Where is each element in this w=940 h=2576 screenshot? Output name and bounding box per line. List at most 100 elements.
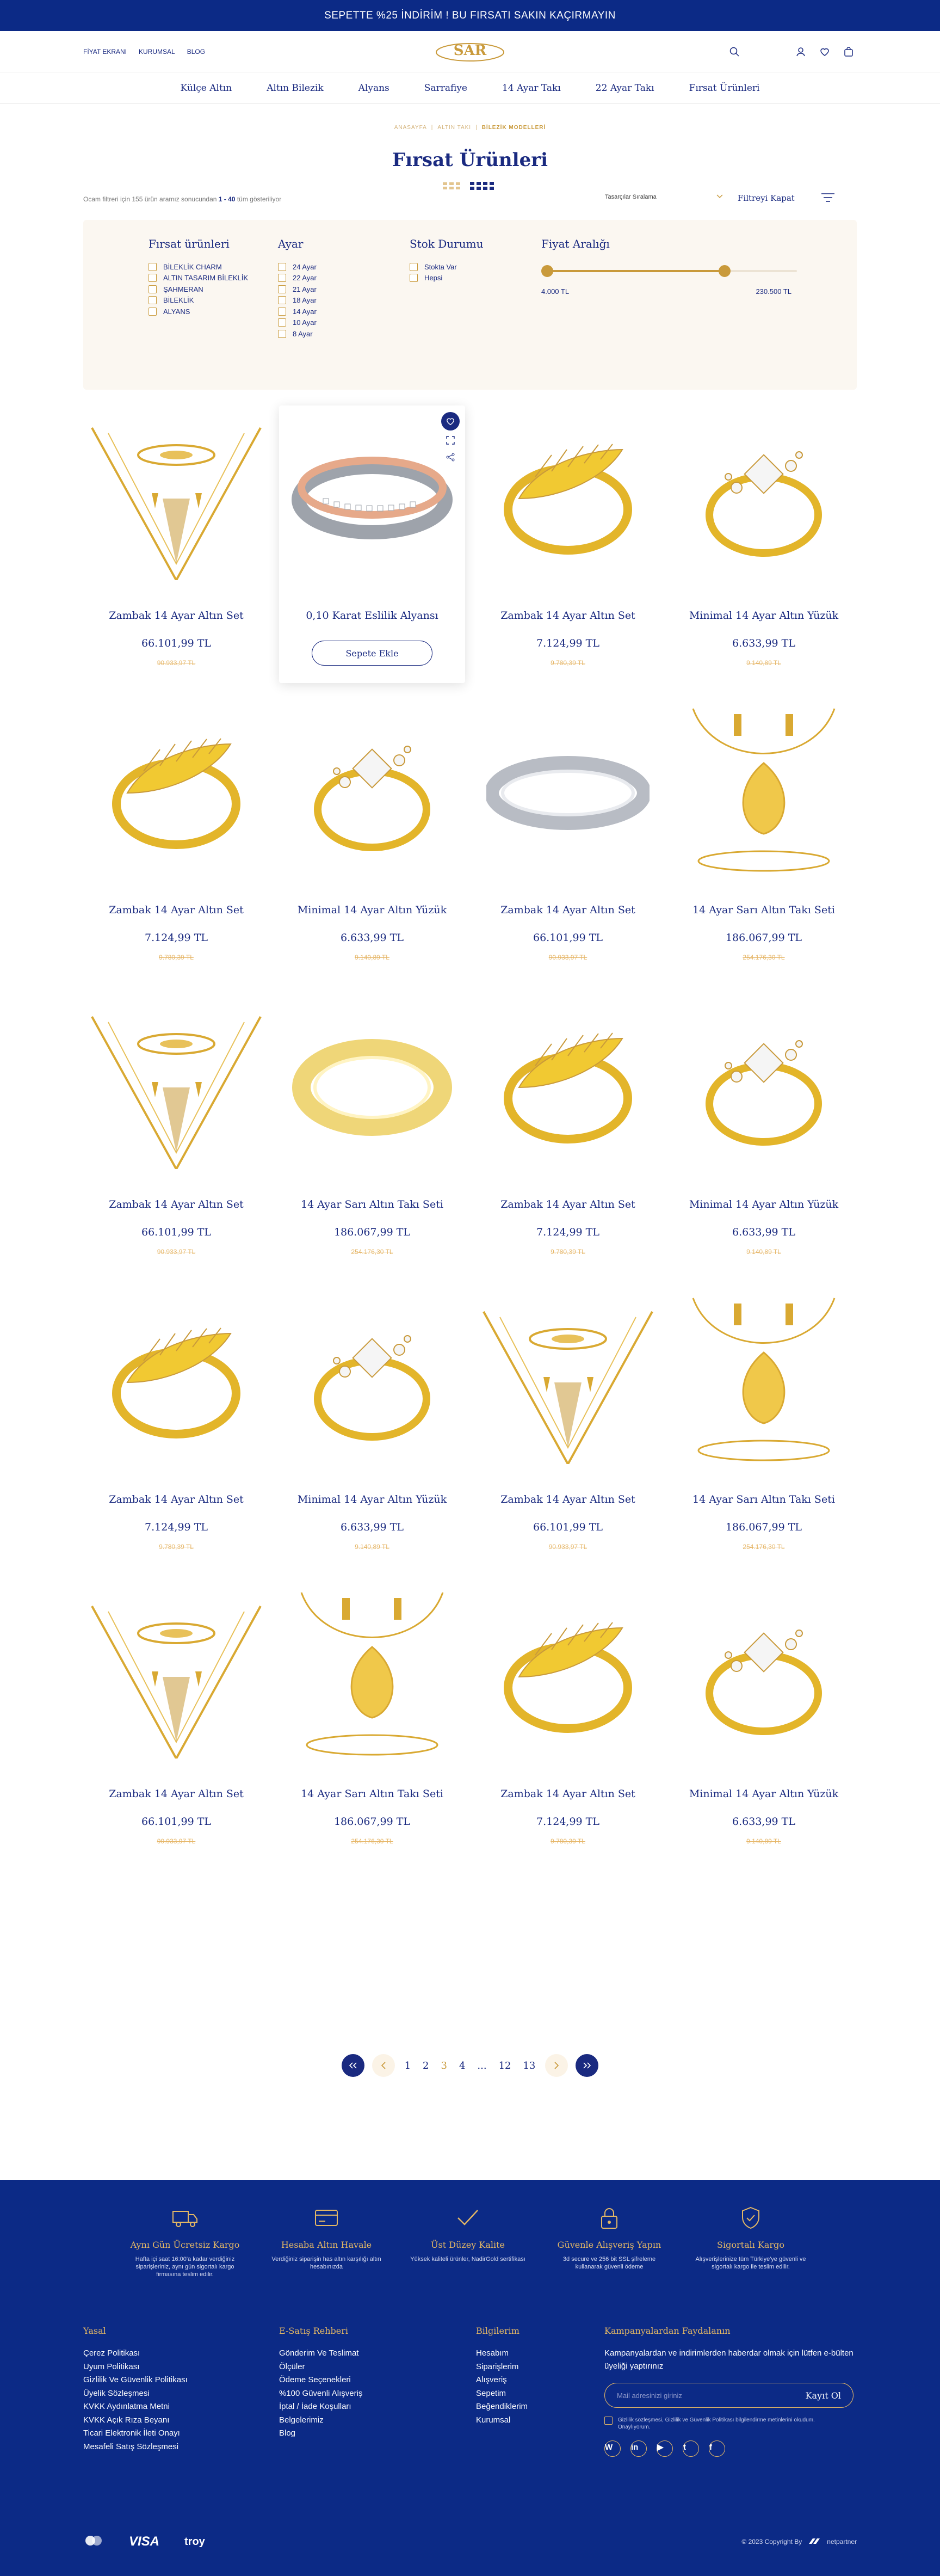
product-name[interactable]: 14 Ayar Sarı Altın Takı Seti (279, 1788, 465, 1800)
product-image[interactable] (279, 1584, 465, 1770)
linkedin-icon[interactable]: in (630, 2440, 647, 2457)
price-range-min-handle[interactable] (541, 265, 553, 277)
product-name[interactable]: Zambak 14 Ayar Altın Set (475, 1493, 661, 1505)
checkbox[interactable] (410, 274, 418, 282)
filter-option[interactable]: ŞAHMERAN (149, 284, 248, 295)
product-image[interactable] (475, 994, 661, 1181)
user-icon[interactable] (793, 44, 809, 60)
page-13[interactable]: 13 (521, 2060, 537, 2071)
breadcrumb-home[interactable]: ANASAYFA (394, 125, 427, 131)
product-name[interactable]: Zambak 14 Ayar Altın Set (475, 610, 661, 622)
product-card[interactable]: Zambak 14 Ayar Altın Set 66.101,99 TL 90.9… (475, 1289, 661, 1567)
checkbox[interactable] (149, 274, 157, 282)
checkbox[interactable] (410, 262, 418, 271)
filter-option[interactable]: 24 Ayar (278, 261, 317, 273)
checkbox[interactable] (149, 307, 157, 316)
product-image[interactable] (83, 994, 269, 1181)
nav-item-altin-bilezik[interactable]: Altın Bilezik (249, 83, 341, 94)
prev-page-icon[interactable] (372, 2054, 395, 2077)
product-image[interactable] (475, 405, 661, 592)
product-image[interactable] (279, 405, 465, 592)
nav-item-alyans[interactable]: Alyans (341, 83, 407, 94)
product-name[interactable]: Minimal 14 Ayar Altın Yüzük (671, 610, 857, 622)
nav-item-14-ayar-taki[interactable]: 14 Ayar Takı (485, 83, 578, 94)
product-name[interactable]: 14 Ayar Sarı Altın Takı Seti (671, 904, 857, 916)
price-range-max-handle[interactable] (719, 265, 731, 277)
header-link-blog[interactable]: BLOG (187, 48, 205, 56)
share-icon[interactable] (446, 453, 455, 464)
filter-close-button[interactable]: Filtreyi Kapat (738, 193, 795, 203)
next-page-icon[interactable] (545, 2054, 568, 2077)
nav-item-kulce-altin[interactable]: Külçe Altın (163, 83, 250, 94)
footer-link[interactable]: Siparişlerim (476, 2360, 528, 2374)
product-card[interactable]: Zambak 14 Ayar Altın Set 66.101,99 TL 90.9… (475, 700, 661, 977)
checkbox[interactable] (149, 285, 157, 293)
product-image[interactable] (279, 1289, 465, 1475)
filter-option[interactable]: 18 Ayar (278, 295, 317, 306)
filter-icon[interactable] (820, 192, 836, 206)
product-card[interactable]: 0,10 Karat Eslilik Alyansı Sepete Ekle (279, 405, 465, 683)
footer-link[interactable]: Uyum Politikası (83, 2360, 188, 2374)
product-image[interactable] (83, 405, 269, 592)
product-name[interactable]: Minimal 14 Ayar Altın Yüzük (279, 904, 465, 916)
checkbox[interactable] (278, 285, 286, 293)
footer-link[interactable]: Gizlilik Ve Güvenlik Politikası (83, 2374, 188, 2387)
product-name[interactable]: 0,10 Karat Eslilik Alyansı (279, 610, 465, 622)
product-card[interactable]: Zambak 14 Ayar Altın Set 7.124,99 TL 9.780… (475, 994, 661, 1272)
product-card[interactable]: Zambak 14 Ayar Altın Set 7.124,99 TL 9.780… (83, 700, 269, 977)
product-image[interactable] (671, 994, 857, 1181)
footer-link[interactable]: Kurumsal (476, 2414, 528, 2427)
facebook-icon[interactable]: f (709, 2440, 725, 2457)
nav-item-22-ayar-taki[interactable]: 22 Ayar Takı (578, 83, 672, 94)
cart-icon[interactable] (840, 44, 857, 60)
sort-select[interactable]: Tasarçılar Sıralama (605, 194, 723, 200)
site-logo[interactable]: SAR (432, 38, 508, 65)
footer-link[interactable]: Blog (279, 2427, 362, 2440)
youtube-icon[interactable]: ▶ (657, 2440, 673, 2457)
product-name[interactable]: Minimal 14 Ayar Altın Yüzük (671, 1788, 857, 1800)
footer-link[interactable]: Sepetim (476, 2387, 528, 2401)
checkbox[interactable] (278, 296, 286, 305)
product-image[interactable] (671, 1584, 857, 1770)
checkbox[interactable] (149, 262, 157, 271)
product-name[interactable]: Zambak 14 Ayar Altın Set (475, 1198, 661, 1210)
product-card[interactable]: Zambak 14 Ayar Altın Set 7.124,99 TL 9.780… (475, 405, 661, 683)
product-card[interactable]: Minimal 14 Ayar Altın Yüzük 6.633,99 TL 9.… (671, 1584, 857, 1861)
page-1[interactable]: 1 (403, 2060, 413, 2071)
add-to-cart-button[interactable]: Sepete Ekle (312, 641, 432, 666)
heart-icon[interactable] (817, 44, 833, 60)
checkbox[interactable] (604, 2417, 613, 2425)
footer-link[interactable]: İptal / İade Koşulları (279, 2400, 362, 2414)
filter-option[interactable]: 21 Ayar (278, 284, 317, 295)
newsletter-consent[interactable]: Gizlilik sözleşmesi, Gizlilik ve Güvenli… (604, 2417, 822, 2431)
product-card[interactable]: Zambak 14 Ayar Altın Set 66.101,99 TL 90.9… (83, 405, 269, 683)
product-name[interactable]: Minimal 14 Ayar Altın Yüzük (671, 1198, 857, 1210)
product-image[interactable] (279, 700, 465, 886)
product-name[interactable]: 14 Ayar Sarı Altın Takı Seti (671, 1493, 857, 1505)
twitter-icon[interactable]: t (683, 2440, 699, 2457)
whatsapp-icon[interactable]: W (604, 2440, 621, 2457)
heart-icon[interactable] (441, 412, 460, 431)
product-card[interactable]: Zambak 14 Ayar Altın Set 66.101,99 TL 90.9… (83, 994, 269, 1272)
header-link-price-screen[interactable]: FİYAT EKRANI (83, 48, 127, 56)
last-page-icon[interactable] (576, 2054, 599, 2077)
footer-link[interactable]: Gönderim Ve Teslimat (279, 2347, 362, 2360)
checkbox[interactable] (278, 274, 286, 282)
first-page-icon[interactable] (341, 2054, 364, 2077)
filter-option[interactable]: 8 Ayar (278, 328, 317, 340)
search-icon[interactable] (726, 44, 743, 60)
grid-4-icon[interactable] (470, 182, 495, 193)
filter-option[interactable]: BİLEKLİK CHARM (149, 261, 248, 273)
page-3[interactable]: 3 (439, 2060, 449, 2071)
product-image[interactable] (671, 405, 857, 592)
footer-link[interactable]: Beğendiklerim (476, 2400, 528, 2414)
checkbox[interactable] (278, 262, 286, 271)
filter-option[interactable]: ALYANS (149, 306, 248, 317)
product-card[interactable]: 14 Ayar Sarı Altın Takı Seti 186.067,99 T… (671, 1289, 857, 1567)
expand-icon[interactable] (446, 436, 455, 447)
product-name[interactable]: 14 Ayar Sarı Altın Takı Seti (279, 1198, 465, 1210)
checkbox[interactable] (278, 307, 286, 316)
filter-option[interactable]: 10 Ayar (278, 317, 317, 329)
product-name[interactable]: Zambak 14 Ayar Altın Set (475, 904, 661, 916)
footer-link[interactable]: Belgelerimiz (279, 2414, 362, 2427)
